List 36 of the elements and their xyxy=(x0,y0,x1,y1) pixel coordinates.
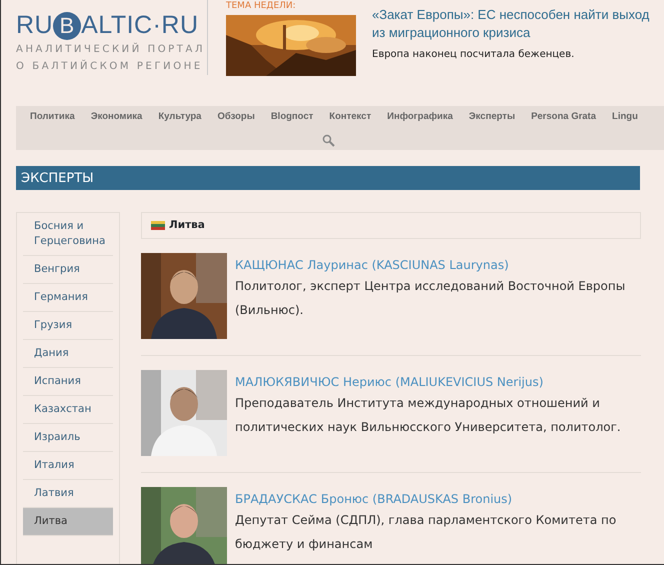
expert-description: Преподаватель Института международных отношений и политических наук Вильнюсского Университета, политолог. xyxy=(235,395,622,436)
sidebar-item[interactable]: Литва xyxy=(23,508,113,536)
nav-link[interactable]: Контекст xyxy=(321,110,380,124)
nav-link[interactable]: Культура xyxy=(150,110,210,124)
nav-link[interactable]: Blogпост xyxy=(262,110,322,124)
sidebar-item[interactable]: Грузия xyxy=(23,312,113,340)
sidebar-item[interactable]: Израиль xyxy=(23,424,113,452)
expert-name-link[interactable]: БРАДАУСКАС Бронюс (BRADAUSKAS Bronius) xyxy=(235,490,641,508)
sidebar-item[interactable]: Германия xyxy=(23,284,113,312)
expert-name-link[interactable]: МАЛЮКЯВИЧЮС Нериюс (MALIUKEVICIUS Nerijus) xyxy=(235,373,641,391)
section-header: ЭКСПЕРТЫ xyxy=(16,166,640,190)
nav-link[interactable]: Обзоры xyxy=(209,110,263,124)
nav-link[interactable]: Инфографика xyxy=(379,110,461,124)
site-logo[interactable]: RU B ALTIC·RU xyxy=(16,10,207,40)
section-label: ТЕМА НЕДЕЛИ: xyxy=(226,1,297,11)
logo-tagline: О БАЛТИЙСКОМ РЕГИОНЕ xyxy=(16,60,204,74)
headline-summary: Европа наконец посчитала беженцев. xyxy=(372,48,576,62)
expert-description: Депутат Сейма (СДПЛ), глава парламентского Комитета по бюджету и финансам xyxy=(235,512,618,553)
flag-icon xyxy=(151,221,165,230)
expert-name-link[interactable]: КАЩЮНАС Лауринас (KASCIUNAS Laurynas) xyxy=(235,256,641,274)
sidebar-item[interactable]: Венгрия xyxy=(23,256,113,284)
logo-tagline: АНАЛИТИЧЕСКИЙ ПОРТАЛ xyxy=(16,43,206,57)
nav-link[interactable]: Persona Grata xyxy=(523,110,604,124)
headline-link[interactable]: «Закат Европы»: ЕС неспособен найти выход из миграционного кризиса xyxy=(372,6,652,42)
nav-link[interactable]: Эксперты xyxy=(460,110,524,124)
sidebar-item[interactable]: Испания xyxy=(23,368,113,396)
country-name: Литва xyxy=(169,218,205,233)
sidebar-item[interactable]: Дания xyxy=(23,340,113,368)
search-icon[interactable] xyxy=(322,134,334,148)
sidebar-item[interactable]: Босния и Герцеговина xyxy=(23,213,113,256)
nav-link[interactable]: Политика xyxy=(22,110,83,124)
sidebar-item[interactable]: Италия xyxy=(23,452,113,480)
sidebar-item[interactable]: Казахстан xyxy=(23,396,113,424)
nav-link[interactable]: Экономика xyxy=(82,110,150,124)
nav-link[interactable]: Lingu xyxy=(604,110,646,124)
expert-description: Политолог, эксперт Центра исследований Восточной Европы (Вильнюс). xyxy=(235,278,626,319)
